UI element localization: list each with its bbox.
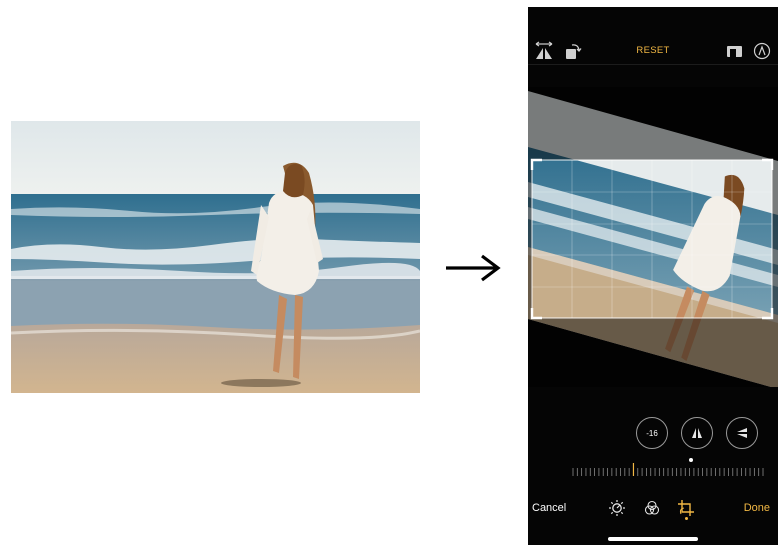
cancel-button[interactable]: Cancel [532,502,566,514]
horizontal-perspective-dial[interactable] [726,417,758,449]
vertical-perspective-dial[interactable] [681,417,713,449]
home-indicator [608,537,698,541]
reset-button[interactable]: RESET [628,45,678,56]
crop-icon[interactable] [676,498,696,518]
toolbar-divider [528,64,778,65]
photo-editor-screen: RESET -16 Cancel Done [528,7,778,545]
flip-horizontal-icon[interactable] [534,41,554,61]
done-button[interactable]: Done [744,502,770,514]
slider-indicator-dot [689,458,693,462]
adjust-icon[interactable] [607,498,627,518]
rotate-icon[interactable] [563,41,583,61]
straighten-value: -16 [646,428,658,438]
crop-toolbar: RESET [528,37,778,65]
vertical-perspective-icon [692,428,702,438]
straighten-dial[interactable]: -16 [636,417,668,449]
original-beach-photo [11,121,420,393]
crop-canvas[interactable] [528,87,778,387]
aspect-ratio-icon[interactable] [725,41,745,61]
horizontal-perspective-icon [737,428,747,438]
right-arrow-icon [446,254,501,282]
filters-icon[interactable] [642,498,662,518]
straighten-ruler[interactable] [572,463,764,477]
active-mode-dot [685,517,688,520]
auto-icon[interactable] [752,41,772,61]
